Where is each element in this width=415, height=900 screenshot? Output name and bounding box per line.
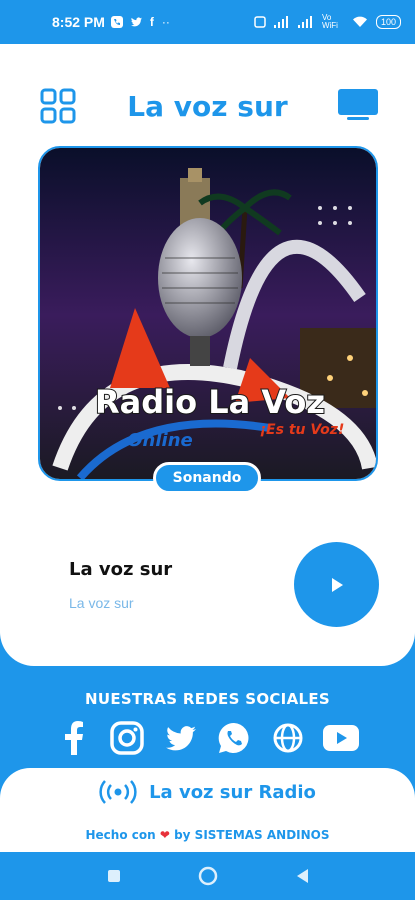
facebook-icon[interactable] <box>55 719 93 757</box>
recents-icon[interactable] <box>102 864 126 888</box>
battery-indicator: 100 <box>375 15 401 29</box>
back-icon[interactable] <box>290 864 314 888</box>
cover-brand-text: Radio La Voz <box>95 383 325 421</box>
status-system-icons: Vo WiFi 100 <box>254 14 401 30</box>
broadcast-icon <box>99 780 137 804</box>
cover-online-text: Online <box>127 430 192 451</box>
network-label: Vo WiFi <box>321 13 338 30</box>
app-header: La voz sur <box>0 84 415 134</box>
social-links <box>55 719 360 757</box>
track-subtitle: La voz sur <box>69 595 134 611</box>
wifi-icon <box>352 16 368 28</box>
status-badge: Sonando <box>153 462 261 494</box>
signal-icon <box>273 16 290 28</box>
twitter-icon[interactable] <box>162 719 200 757</box>
whatsapp-icon[interactable] <box>215 719 253 757</box>
web-icon[interactable] <box>269 719 307 757</box>
credits-prefix: Hecho con <box>85 828 156 842</box>
status-bar: 8:52 PM f ·· Vo WiFi 100 <box>0 0 415 44</box>
status-time: 8:52 PM <box>52 14 105 30</box>
signal-icon-2 <box>297 16 314 28</box>
system-nav-bar <box>0 852 415 900</box>
facebook-icon: f <box>149 15 154 29</box>
radio-label: La voz sur Radio <box>149 781 316 803</box>
player-card: La voz sur Radio La Voz Online ¡Es tu Vo… <box>0 44 415 666</box>
footer-card: La voz sur Radio Hecho con ❤ by SISTEMAS… <box>0 768 415 852</box>
cover-slogan-text: ¡Es tu Voz! <box>260 422 345 438</box>
station-cover-art: Radio La Voz Online ¡Es tu Voz! <box>38 146 378 481</box>
social-heading: NUESTRAS REDES SOCIALES <box>85 690 330 708</box>
more-icon: ·· <box>161 15 170 29</box>
credits-suffix[interactable]: by SISTEMAS ANDINOS <box>174 828 329 842</box>
play-icon <box>331 577 343 592</box>
status-notification-icons: f ·· <box>110 15 170 29</box>
radio-name-row[interactable]: La voz sur Radio <box>0 780 415 804</box>
twitter-icon <box>130 17 142 27</box>
play-button[interactable] <box>294 542 379 627</box>
phone-icon <box>110 16 123 28</box>
heart-icon: ❤ <box>159 828 170 842</box>
track-title: La voz sur <box>69 559 173 580</box>
credits: Hecho con ❤ by SISTEMAS ANDINOS <box>0 828 415 842</box>
sim-icon <box>254 16 266 28</box>
tv-icon[interactable] <box>337 88 379 122</box>
home-icon[interactable] <box>196 864 220 888</box>
youtube-icon[interactable] <box>322 719 360 757</box>
instagram-icon[interactable] <box>108 719 146 757</box>
